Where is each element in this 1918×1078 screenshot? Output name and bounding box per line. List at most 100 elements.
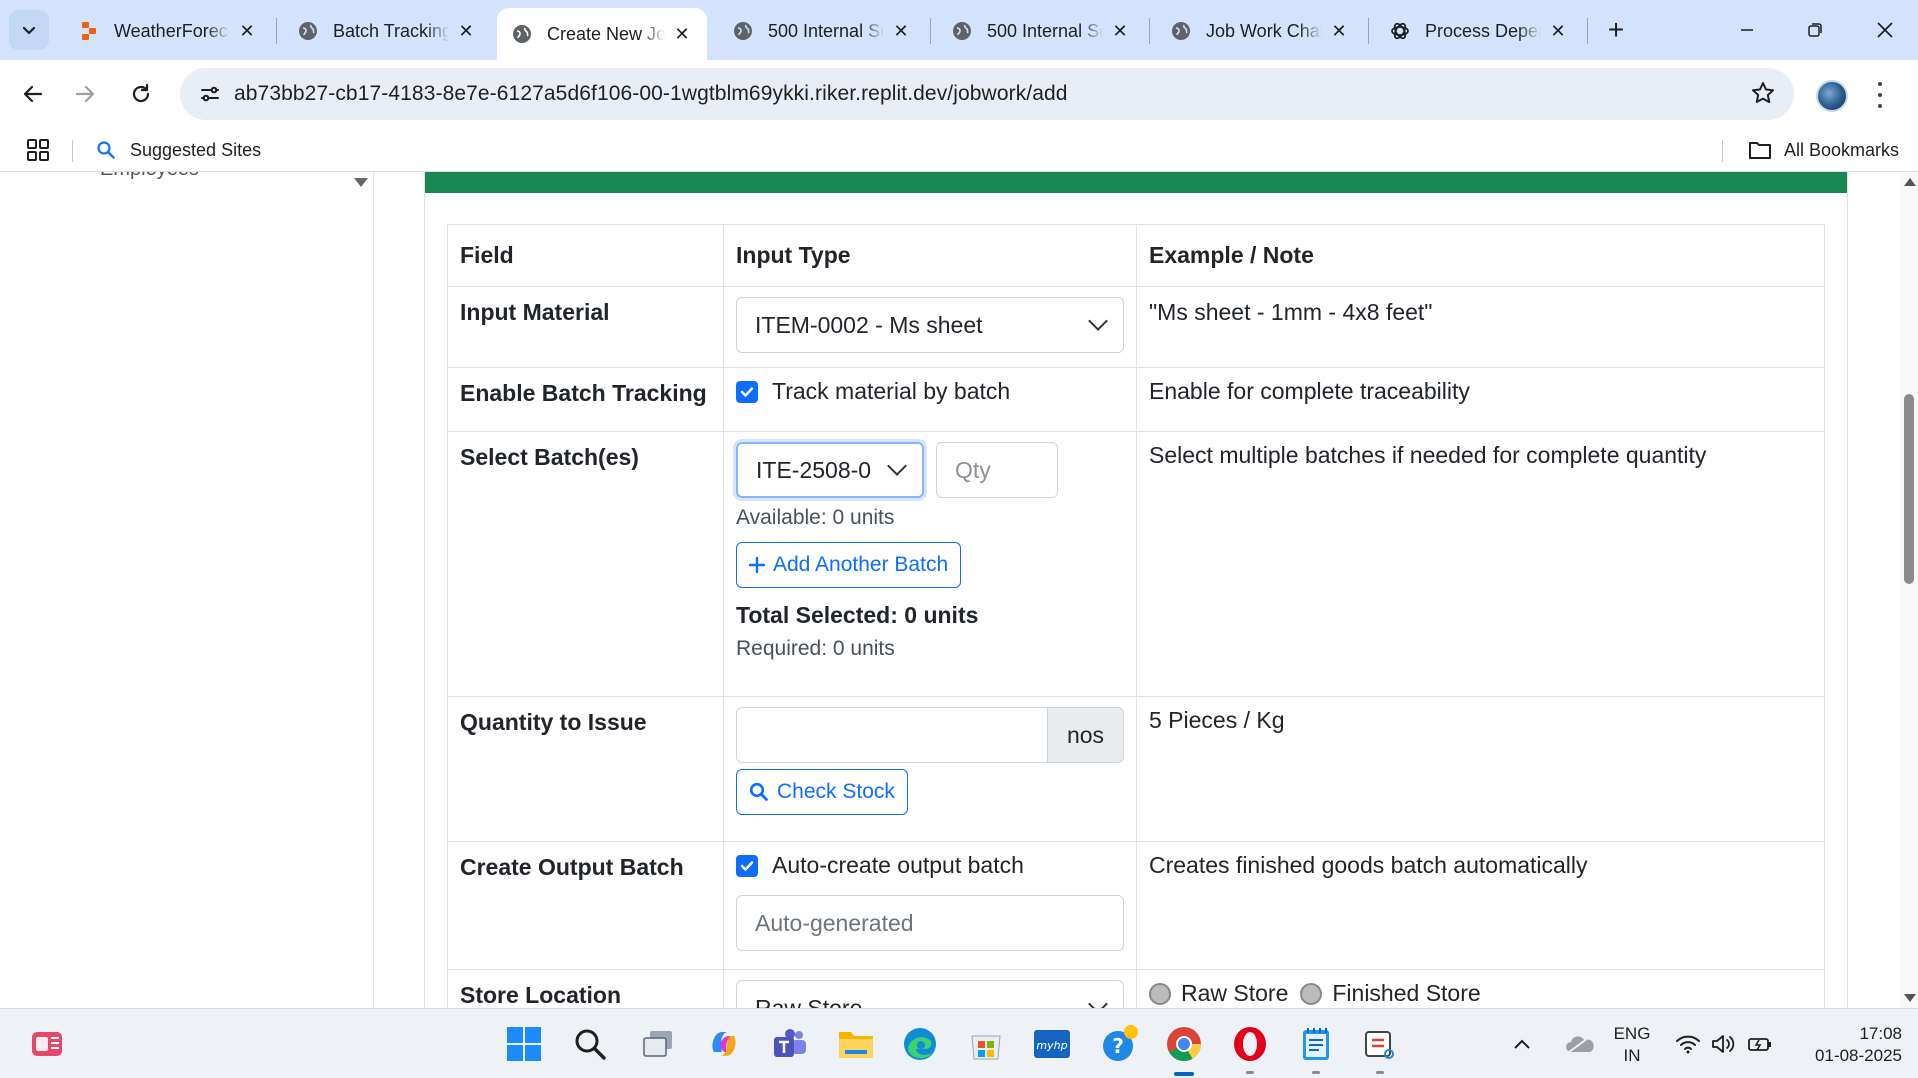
arrow-right-icon <box>75 85 95 103</box>
search-icon[interactable] <box>568 1022 612 1066</box>
onedrive-icon[interactable] <box>1558 1022 1602 1066</box>
language-text: ENG <box>1613 1024 1651 1043</box>
site-info-button[interactable] <box>186 74 234 114</box>
tab-divider <box>930 18 931 44</box>
store-location-select[interactable]: Raw Store <box>736 980 1124 1008</box>
bookmark-star-icon[interactable] <box>1750 80 1776 111</box>
close-icon[interactable]: ✕ <box>1328 20 1350 42</box>
table-row: Select Batch(es) ITE-2508-0 Qty Availabl… <box>447 431 1825 697</box>
input-placeholder: Qty <box>955 456 991 483</box>
minimize-button[interactable] <box>1722 10 1772 50</box>
tab-500-internal-1[interactable]: 500 Internal Se ✕ <box>718 8 926 54</box>
quantity-input[interactable] <box>736 707 1048 763</box>
batch-qty-input[interactable]: Qty <box>936 442 1058 498</box>
tab-weatherforecast[interactable]: WeatherForec ✕ <box>64 8 272 54</box>
new-tab-button[interactable]: + <box>1598 12 1634 48</box>
battery-icon[interactable] <box>1742 1022 1778 1066</box>
output-batch-input[interactable]: Auto-generated <box>736 895 1124 951</box>
all-bookmarks-button[interactable]: All Bookmarks <box>1748 136 1899 164</box>
notepad-icon[interactable] <box>1294 1022 1338 1066</box>
auto-output-checkbox-row[interactable]: Auto-create output batch <box>736 852 1124 879</box>
replit-icon <box>78 20 100 42</box>
profile-avatar[interactable] <box>1816 80 1848 112</box>
table-row: Enable Batch Tracking Track material by … <box>447 367 1825 432</box>
close-icon[interactable]: ✕ <box>1547 20 1569 42</box>
browser-menu-button[interactable] <box>1870 78 1890 112</box>
close-icon[interactable]: ✕ <box>455 20 477 42</box>
scrollbar-thumb[interactable] <box>1904 394 1914 584</box>
edge-browser-icon[interactable] <box>898 1022 942 1066</box>
radio-finished-store[interactable] <box>1300 982 1323 1005</box>
tab-title: Batch Tracking <box>333 20 449 41</box>
bookmark-suggested-sites[interactable]: Suggested Sites <box>96 136 261 164</box>
required-units-text: Required: 0 units <box>736 637 895 660</box>
tab-500-internal-2[interactable]: 500 Internal Se ✕ <box>937 8 1145 54</box>
opera-icon[interactable] <box>1228 1022 1272 1066</box>
copilot-icon[interactable] <box>702 1022 746 1066</box>
globe-icon <box>1170 20 1192 42</box>
widgets-icon[interactable] <box>26 1022 70 1066</box>
tab-process-dependency[interactable]: Process Deper ✕ <box>1375 8 1583 54</box>
tab-divider <box>276 18 277 44</box>
tab-title: Job Work Chal <box>1206 20 1322 41</box>
back-button[interactable] <box>14 75 52 113</box>
field-label: Create Output Batch <box>460 854 684 880</box>
chevron-up-icon[interactable] <box>1504 1022 1540 1066</box>
add-another-batch-button[interactable]: Add Another Batch <box>736 542 962 588</box>
search-icon <box>97 141 115 159</box>
radio-label: Finished Store <box>1332 980 1481 1006</box>
close-icon[interactable]: ✕ <box>236 20 258 42</box>
bookmark-label: Suggested Sites <box>130 139 262 160</box>
tab-search-button[interactable] <box>9 10 49 50</box>
column-header: Input Type <box>723 224 1137 287</box>
scroll-down-arrow-icon[interactable] <box>1904 994 1916 1002</box>
sidebar-item-employees[interactable]: Employees <box>58 172 199 181</box>
tab-job-work-challan[interactable]: Job Work Chal ✕ <box>1156 8 1364 54</box>
file-explorer-icon[interactable] <box>834 1022 878 1066</box>
forward-button[interactable] <box>66 75 104 113</box>
myhp-icon[interactable]: myhp <box>1030 1022 1074 1066</box>
restore-button[interactable] <box>1790 10 1840 50</box>
tab-title: Create New Jo <box>547 23 665 44</box>
reload-icon <box>132 83 150 103</box>
chrome-icon[interactable] <box>1162 1022 1206 1066</box>
tune-icon <box>201 86 219 102</box>
help-icon[interactable]: ? <box>1098 1022 1142 1066</box>
url-text[interactable]: ab73bb27-cb17-4183-8e7e-6127a5d6f106-00-… <box>234 82 1068 106</box>
time-text: 17:08 <box>1859 1024 1902 1043</box>
folder-icon <box>1749 142 1771 159</box>
clock[interactable]: 17:08 01-08-2025 <box>1790 1023 1902 1067</box>
tab-batch-tracking[interactable]: Batch Tracking ✕ <box>283 8 491 54</box>
teams-icon[interactable] <box>768 1022 812 1066</box>
tab-create-new-jobwork[interactable]: Create New Jo ✕ <box>497 8 707 60</box>
openai-icon <box>1389 20 1411 42</box>
arrow-left-icon <box>23 85 43 103</box>
close-icon[interactable]: ✕ <box>671 23 693 45</box>
check-stock-button[interactable]: Check Stock <box>736 769 908 815</box>
snipping-tool-icon[interactable] <box>1358 1022 1402 1066</box>
track-batch-checkbox-row[interactable]: Track material by batch <box>736 378 1124 405</box>
reload-button[interactable] <box>122 75 160 113</box>
running-app-indicator <box>1246 1071 1254 1074</box>
address-bar[interactable]: ab73bb27-cb17-4183-8e7e-6127a5d6f106-00-… <box>180 68 1794 120</box>
scroll-up-arrow-icon[interactable] <box>1904 178 1916 186</box>
microsoft-store-icon[interactable] <box>964 1022 1008 1066</box>
chevron-down-icon <box>1088 994 1108 1008</box>
auto-output-checkbox[interactable] <box>736 854 758 877</box>
track-batch-checkbox[interactable] <box>736 380 758 403</box>
task-view-icon[interactable] <box>636 1022 680 1066</box>
input-material-select[interactable]: ITEM-0002 - Ms sheet <box>736 297 1124 353</box>
volume-icon[interactable] <box>1706 1022 1742 1066</box>
close-icon[interactable]: ✕ <box>890 20 912 42</box>
batch-select[interactable]: ITE-2508-0 <box>736 442 924 498</box>
windows-start-icon[interactable] <box>502 1022 546 1066</box>
close-window-button[interactable] <box>1860 10 1910 50</box>
unit-addon: nos <box>1048 707 1124 763</box>
page-scrollbar[interactable] <box>1900 172 1918 1008</box>
bookmarks-divider <box>1722 140 1723 162</box>
input-language-indicator[interactable]: ENG IN <box>1608 1023 1656 1067</box>
wifi-icon[interactable] <box>1670 1022 1706 1066</box>
radio-raw-store[interactable] <box>1149 982 1171 1005</box>
close-icon[interactable]: ✕ <box>1109 20 1131 42</box>
apps-grid-icon[interactable] <box>26 138 50 167</box>
